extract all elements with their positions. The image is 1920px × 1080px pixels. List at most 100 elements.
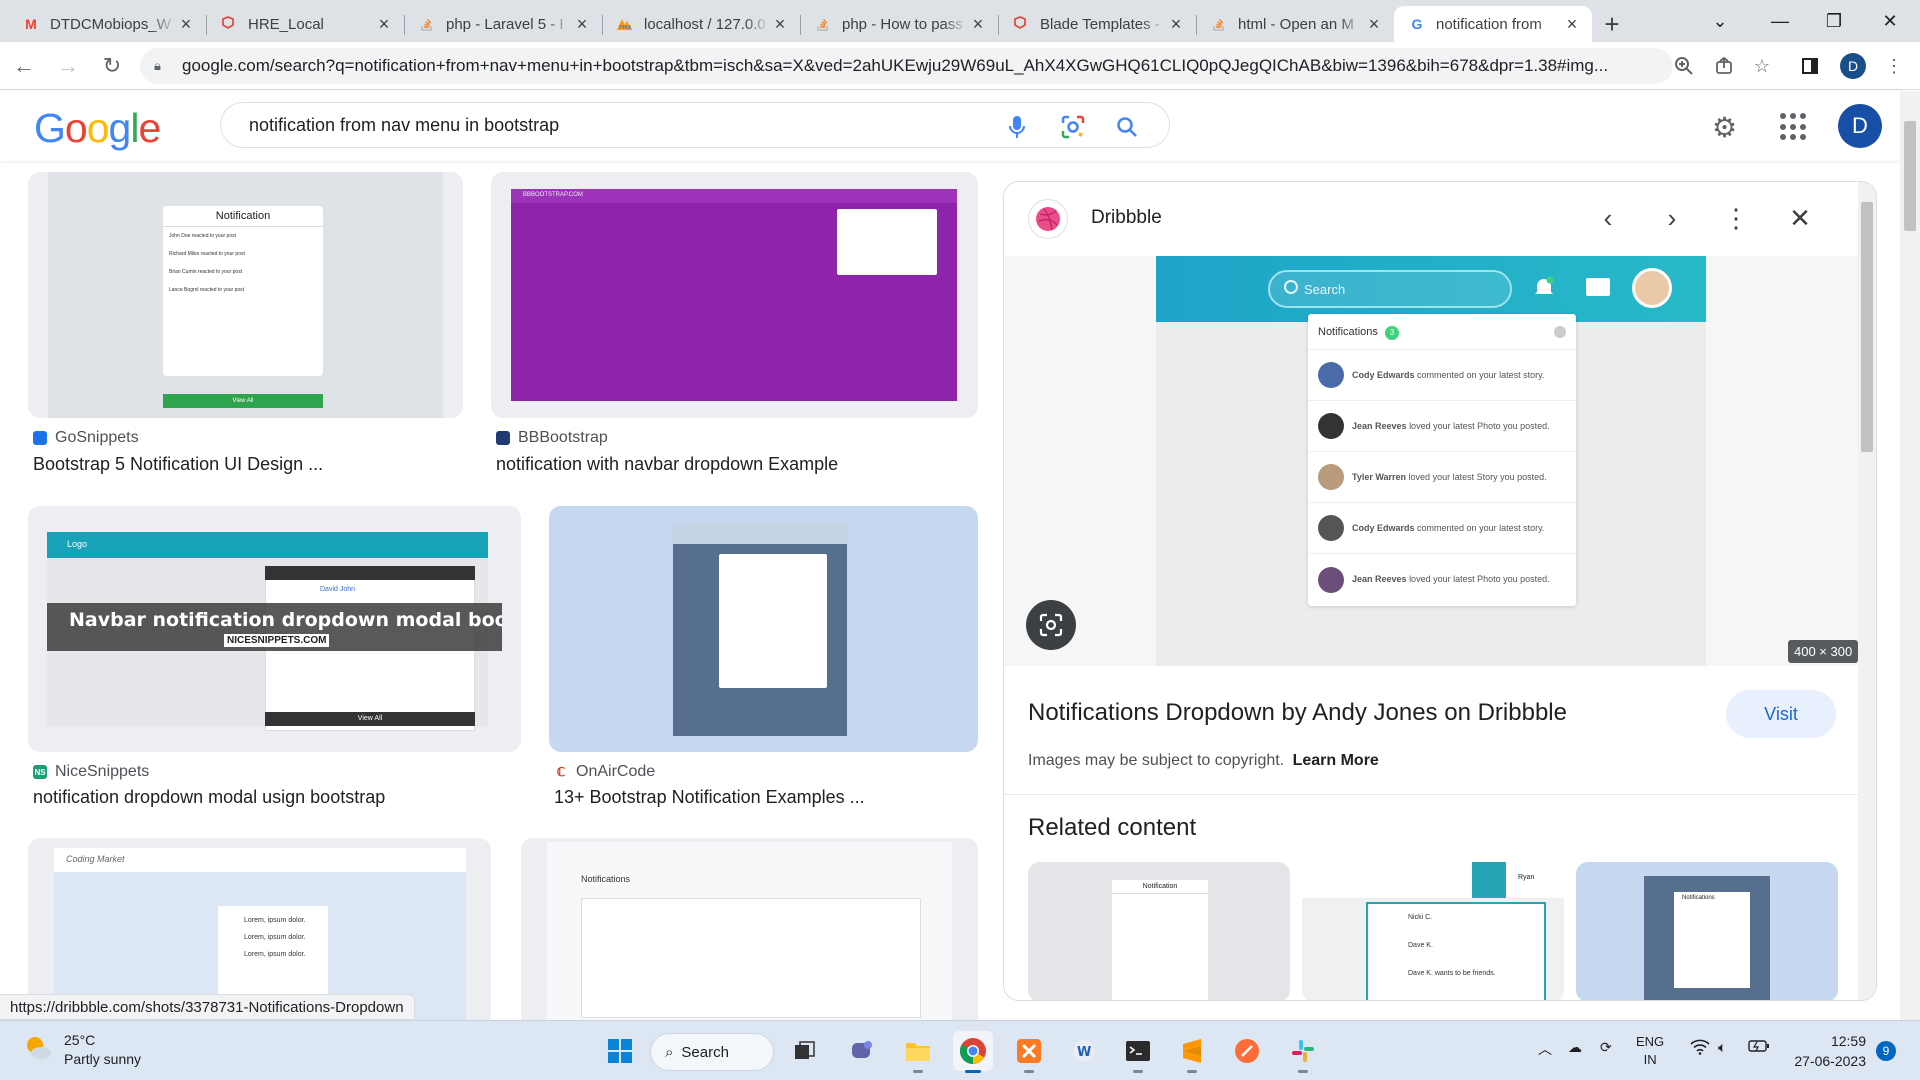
close-tab-icon[interactable]: × — [770, 14, 790, 35]
url-text[interactable]: google.com/search?q=notification+from+na… — [182, 56, 1662, 76]
panel-scrollbar[interactable] — [1858, 182, 1876, 1000]
browser-tab[interactable]: HRE_Local × — [206, 6, 404, 42]
search-query[interactable]: notification from nav menu in bootstrap — [249, 115, 559, 136]
side-panel-icon[interactable] — [1796, 52, 1824, 80]
result-source[interactable]: BBBootstrap — [496, 429, 608, 447]
taskbar-search[interactable]: ⌕ Search — [650, 1033, 774, 1071]
minimize-icon[interactable]: — — [1750, 0, 1810, 42]
browser-tab[interactable]: html - Open an M × — [1196, 6, 1394, 42]
slack-icon[interactable] — [1283, 1031, 1323, 1073]
xampp-icon[interactable] — [1009, 1031, 1049, 1073]
google-logo[interactable]: Google — [34, 105, 161, 152]
preview-item: Jean Reeves loved your latest Photo you … — [1308, 401, 1576, 452]
dribbble-icon[interactable] — [1028, 199, 1068, 239]
window-close-icon[interactable]: ✕ — [1860, 0, 1920, 42]
page-scrollbar[interactable] — [1900, 91, 1920, 1020]
forward-arrow-icon[interactable]: → — [48, 46, 88, 86]
result-title[interactable]: notification with navbar dropdown Exampl… — [496, 454, 838, 475]
close-panel-icon[interactable]: ✕ — [1784, 202, 1816, 234]
close-tab-icon[interactable]: × — [1562, 14, 1582, 35]
onedrive-cloud-icon[interactable]: ☁︎ — [1568, 1039, 1582, 1056]
result-image-onaircode[interactable] — [549, 506, 978, 752]
result-source[interactable]: ℂ OnAirCode — [554, 763, 655, 781]
profile-avatar[interactable]: D — [1840, 53, 1866, 79]
sublime-text-icon[interactable] — [1172, 1031, 1212, 1073]
result-title[interactable]: Bootstrap 5 Notification UI Design ... — [33, 454, 323, 475]
back-arrow-icon[interactable]: ← — [4, 46, 44, 86]
lens-search-icon[interactable] — [1059, 113, 1087, 141]
browser-tab[interactable]: Blade Templates - × — [998, 6, 1196, 42]
browser-tab-active[interactable]: G notification from × — [1394, 6, 1592, 42]
search-input[interactable]: notification from nav menu in bootstrap — [220, 102, 1170, 148]
sync-icon[interactable]: ⟳ — [1600, 1039, 1612, 1056]
browser-tab[interactable]: php - How to pass × — [800, 6, 998, 42]
voice-search-icon[interactable] — [1003, 113, 1031, 141]
lock-icon[interactable]: 🔒︎ — [154, 58, 172, 74]
item-text: loved your latest Photo you posted. — [1409, 420, 1550, 431]
account-avatar[interactable]: D — [1838, 104, 1882, 148]
browser-tab[interactable]: php - Laravel 5 - I × — [404, 6, 602, 42]
close-tab-icon[interactable]: × — [1364, 14, 1384, 35]
volume-icon[interactable]: 🔈︎ — [1718, 1039, 1726, 1056]
item-text: loved your latest Story you posted. — [1408, 471, 1547, 482]
preview-bell-icon — [1533, 276, 1555, 298]
more-options-icon[interactable]: ⋮ — [1720, 202, 1752, 234]
chrome-icon[interactable] — [953, 1031, 993, 1073]
word-icon[interactable]: W — [1064, 1031, 1104, 1071]
zoom-icon[interactable] — [1670, 52, 1698, 80]
learn-more-link[interactable]: Learn More — [1293, 752, 1379, 769]
related-thumb[interactable]: Notifications — [1576, 862, 1838, 1000]
copyright-notice: Images may be subject to copyright. Lear… — [1028, 752, 1379, 770]
result-image-nicesnippets[interactable]: Logo David John Navbar notification drop… — [28, 506, 521, 752]
google-apps-icon[interactable] — [1780, 113, 1808, 141]
close-tab-icon[interactable]: × — [176, 14, 196, 35]
result-image-gosnippets[interactable]: Notification John Doe reacted to your po… — [28, 172, 463, 418]
browser-menu-icon[interactable]: ⋮ — [1880, 52, 1908, 80]
search-icon[interactable] — [1113, 113, 1141, 141]
lens-search-icon[interactable] — [1026, 600, 1076, 650]
tab-search-chevron-icon[interactable]: ⌄ — [1690, 0, 1750, 42]
previous-chevron-icon[interactable]: ‹ — [1592, 202, 1624, 234]
language-indicator[interactable]: ENG IN — [1636, 1033, 1664, 1069]
divider — [1004, 794, 1860, 795]
teams-chat-icon[interactable] — [842, 1031, 882, 1071]
share-icon[interactable] — [1710, 52, 1738, 80]
restore-icon[interactable]: ❐ — [1804, 0, 1864, 42]
result-title[interactable]: 13+ Bootstrap Notification Examples ... — [554, 787, 865, 808]
preview-image-area[interactable]: Search Notifications 3 Cody Edwards comm… — [1004, 256, 1860, 666]
panel-site-name[interactable]: Dribbble — [1091, 207, 1162, 229]
system-clock[interactable]: 12:59 27-06-2023 — [1782, 1031, 1866, 1071]
settings-gear-icon[interactable]: ⚙︎ — [1712, 111, 1737, 144]
result-title[interactable]: notification dropdown modal usign bootst… — [33, 787, 385, 808]
result-image-coding-market[interactable]: Coding Market Lorem, ipsum dolor. Lorem,… — [28, 838, 491, 1020]
panel-title[interactable]: Notifications Dropdown by Andy Jones on … — [1028, 699, 1567, 727]
related-thumb[interactable]: Notification — [1028, 862, 1290, 1000]
task-view-icon[interactable] — [785, 1031, 825, 1071]
result-source[interactable]: GoSnippets — [33, 429, 139, 447]
weather-widget[interactable]: 25°C Partly sunny — [22, 1031, 141, 1069]
windows-start-icon[interactable] — [600, 1031, 640, 1071]
result-image-navbar-notifications[interactable]: Notifications — [521, 838, 978, 1020]
browser-tab[interactable]: M DTDCMobiops_W × — [8, 6, 206, 42]
related-thumb[interactable]: Ryan Nicki C. Dave K. Dave K. wants to b… — [1302, 862, 1564, 1000]
close-tab-icon[interactable]: × — [572, 14, 592, 35]
reload-icon[interactable]: ↻ — [92, 46, 132, 86]
close-tab-icon[interactable]: × — [1166, 14, 1186, 35]
postman-icon[interactable] — [1227, 1031, 1267, 1071]
visit-button[interactable]: Visit — [1726, 690, 1836, 738]
new-tab-button[interactable]: + — [1592, 6, 1632, 42]
close-tab-icon[interactable]: × — [374, 14, 394, 35]
close-tab-icon[interactable]: × — [968, 14, 988, 35]
file-explorer-icon[interactable] — [898, 1031, 938, 1073]
wifi-icon[interactable] — [1690, 1039, 1710, 1058]
browser-tab[interactable]: PMA localhost / 127.0.0 × — [602, 6, 800, 42]
address-bar[interactable]: 🔒︎ google.com/search?q=notification+from… — [140, 48, 1673, 84]
next-chevron-icon[interactable]: › — [1656, 202, 1688, 234]
notification-count-badge[interactable]: 9 — [1876, 1041, 1896, 1061]
battery-icon[interactable] — [1748, 1039, 1770, 1056]
result-source[interactable]: NS NiceSnippets — [33, 763, 149, 781]
terminal-icon[interactable] — [1118, 1031, 1158, 1073]
bookmark-star-icon[interactable]: ☆ — [1748, 52, 1776, 80]
result-image-bbbootstrap[interactable]: BBBOOTSTRAP.COM — [491, 172, 978, 418]
show-hidden-icons-chevron[interactable]: ︿ — [1538, 1039, 1552, 1059]
